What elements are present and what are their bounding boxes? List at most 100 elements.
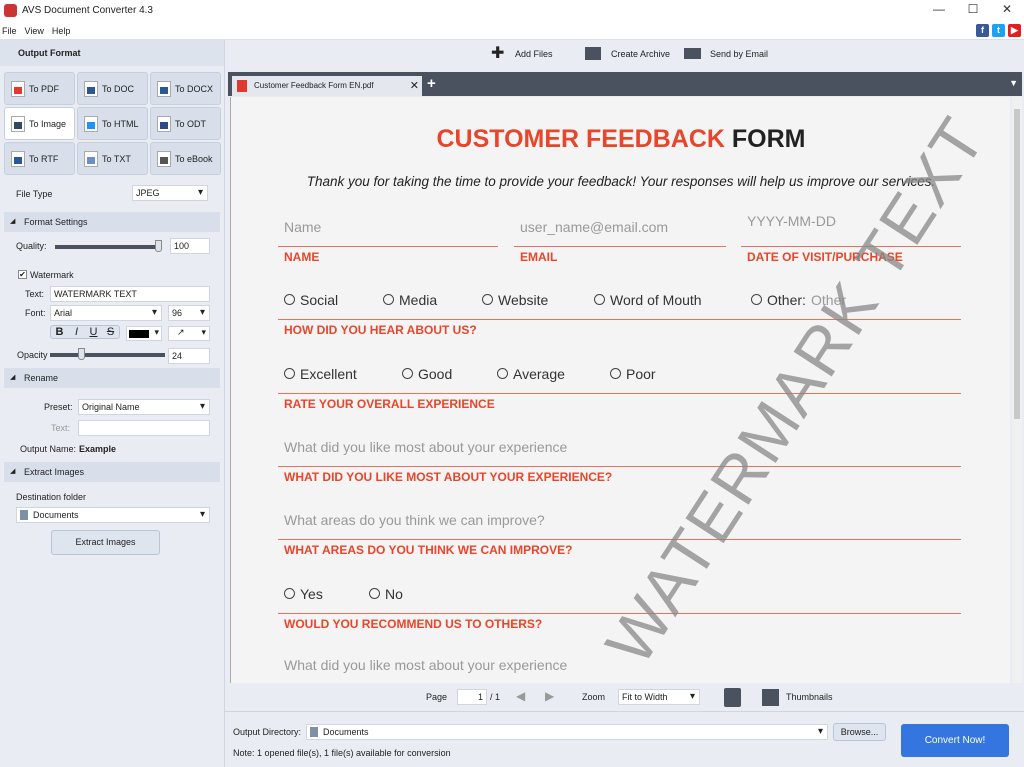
file-format-icon: [11, 115, 25, 132]
format-button-to-doc[interactable]: To DOC: [77, 72, 148, 105]
vertical-scrollbar[interactable]: [1012, 97, 1022, 683]
rename-header[interactable]: Rename: [4, 368, 220, 388]
radio-social[interactable]: Social: [284, 292, 338, 308]
zoom-select[interactable]: Fit to Width: [618, 689, 700, 705]
watermark-text: WATERMARK TEXT: [591, 103, 1000, 678]
extract-images-header[interactable]: Extract Images: [4, 462, 220, 482]
format-button-to-odt[interactable]: To ODT: [150, 107, 221, 140]
toolbar: ✚ Add Files Create Archive Send by Email: [225, 40, 1024, 68]
radio-yes[interactable]: Yes: [284, 586, 323, 602]
name-field[interactable]: Name: [284, 219, 321, 235]
file-format-icon: [84, 115, 98, 132]
rename-text-input[interactable]: [78, 420, 210, 436]
radio-average[interactable]: Average: [497, 366, 565, 382]
radio-other[interactable]: Other:: [751, 292, 806, 308]
add-tab-button[interactable]: +: [427, 75, 436, 92]
extract-images-button[interactable]: Extract Images: [51, 530, 160, 555]
thumbnails-icon[interactable]: [762, 689, 779, 706]
next-page-icon[interactable]: ▶: [545, 689, 554, 703]
quality-input[interactable]: 100: [170, 238, 210, 254]
browse-button[interactable]: Browse...: [833, 723, 886, 741]
file-format-icon: [11, 80, 25, 97]
menu-view[interactable]: View: [25, 26, 44, 36]
email-field[interactable]: user_name@email.com: [520, 219, 668, 235]
send-email-button[interactable]: Send by Email: [710, 40, 768, 68]
format-button-to-txt[interactable]: To TXT: [77, 142, 148, 175]
radio-no[interactable]: No: [369, 586, 403, 602]
radio-media[interactable]: Media: [383, 292, 437, 308]
document-tab[interactable]: Customer Feedback Form EN.pdf ✕: [232, 76, 422, 96]
font-size-select[interactable]: 96: [168, 305, 210, 321]
format-button-to-docx[interactable]: To DOCX: [150, 72, 221, 105]
radio-good[interactable]: Good: [402, 366, 452, 382]
italic-button[interactable]: I: [68, 326, 85, 338]
file-format-icon: [84, 150, 98, 167]
output-directory-label: Output Directory:: [233, 727, 302, 737]
page-count: / 1: [490, 692, 501, 702]
printer-icon[interactable]: [724, 688, 741, 707]
opacity-input[interactable]: 24: [168, 348, 210, 364]
date-field[interactable]: YYYY-MM-DD: [747, 213, 836, 229]
color-picker[interactable]: ▾: [126, 326, 162, 341]
quality-slider[interactable]: [55, 245, 160, 249]
prev-page-icon[interactable]: ◀: [516, 689, 525, 703]
bold-button[interactable]: B: [51, 326, 68, 338]
font-select[interactable]: Arial: [50, 305, 162, 321]
quality-label: Quality:: [16, 241, 47, 251]
create-archive-button[interactable]: Create Archive: [611, 40, 670, 68]
scrollbar-thumb[interactable]: [1014, 109, 1020, 419]
strikethrough-button[interactable]: S: [102, 326, 119, 338]
output-directory-select[interactable]: Documents: [306, 724, 828, 740]
text-label: Text:: [25, 289, 45, 299]
format-button-to-rtf[interactable]: To RTF: [4, 142, 75, 175]
left-panel: Output Format To PDF To DOC To DOCX To Imag…: [0, 40, 225, 767]
thumbnails-button[interactable]: Thumbnails: [786, 692, 833, 702]
close-button[interactable]: ✕: [992, 2, 1022, 20]
format-settings-header[interactable]: Format Settings: [4, 212, 220, 232]
tab-close-icon[interactable]: ✕: [410, 76, 419, 96]
divider: [278, 393, 961, 394]
format-button-to-html[interactable]: To HTML: [77, 107, 148, 140]
destination-folder-select[interactable]: Documents: [16, 507, 210, 523]
tab-menu-icon[interactable]: ▼: [1009, 78, 1018, 88]
facebook-icon[interactable]: f: [976, 24, 989, 37]
watermark-checkbox[interactable]: ✔: [18, 270, 27, 279]
document-preview: CUSTOMER FEEDBACK FORM Thank you for tak…: [230, 97, 1010, 683]
menu-help[interactable]: Help: [52, 26, 71, 36]
preset-select[interactable]: Original Name: [78, 399, 210, 415]
radio-website[interactable]: Website: [482, 292, 548, 308]
convert-now-button[interactable]: Convert Now!: [901, 724, 1009, 757]
format-button-to-pdf[interactable]: To PDF: [4, 72, 75, 105]
format-label: To HTML: [102, 118, 139, 129]
minimize-button[interactable]: —: [924, 2, 954, 20]
opacity-slider-thumb[interactable]: [77, 348, 85, 360]
page-input[interactable]: 1: [457, 689, 487, 705]
youtube-icon[interactable]: ▶: [1008, 24, 1021, 37]
form-title-red: CUSTOMER FEEDBACK: [436, 125, 725, 153]
add-files-button[interactable]: Add Files: [515, 40, 553, 68]
radio-excellent[interactable]: Excellent: [284, 366, 357, 382]
menu-file[interactable]: File: [2, 26, 17, 36]
divider: [514, 246, 726, 247]
file-type-select[interactable]: JPEG: [132, 185, 208, 201]
radio-poor[interactable]: Poor: [610, 366, 656, 382]
maximize-button[interactable]: ☐: [958, 2, 988, 20]
format-button-to-image[interactable]: To Image: [4, 107, 75, 140]
format-label: To DOCX: [175, 83, 214, 94]
rotation-select[interactable]: ↗ ▾: [168, 326, 210, 341]
improve-field[interactable]: What areas do you think we can improve?: [284, 512, 545, 528]
last-field[interactable]: What did you like most about your experi…: [284, 657, 567, 673]
quality-slider-thumb[interactable]: [155, 240, 162, 252]
opacity-slider[interactable]: [50, 353, 165, 357]
twitter-icon[interactable]: t: [992, 24, 1005, 37]
email-label: EMAIL: [520, 250, 558, 264]
format-button-to-ebook[interactable]: To eBook: [150, 142, 221, 175]
file-format-icon: [84, 80, 98, 97]
opacity-label: Opacity: [17, 350, 48, 360]
watermark-text-input[interactable]: WATERMARK TEXT: [50, 286, 210, 302]
diagonal-arrow-icon: ↗: [177, 327, 185, 337]
like-field[interactable]: What did you like most about your experi…: [284, 439, 567, 455]
radio-word-of-mouth[interactable]: Word of Mouth: [594, 292, 702, 308]
underline-button[interactable]: U: [85, 326, 102, 338]
form-title: CUSTOMER FEEDBACK FORM: [231, 125, 1010, 154]
